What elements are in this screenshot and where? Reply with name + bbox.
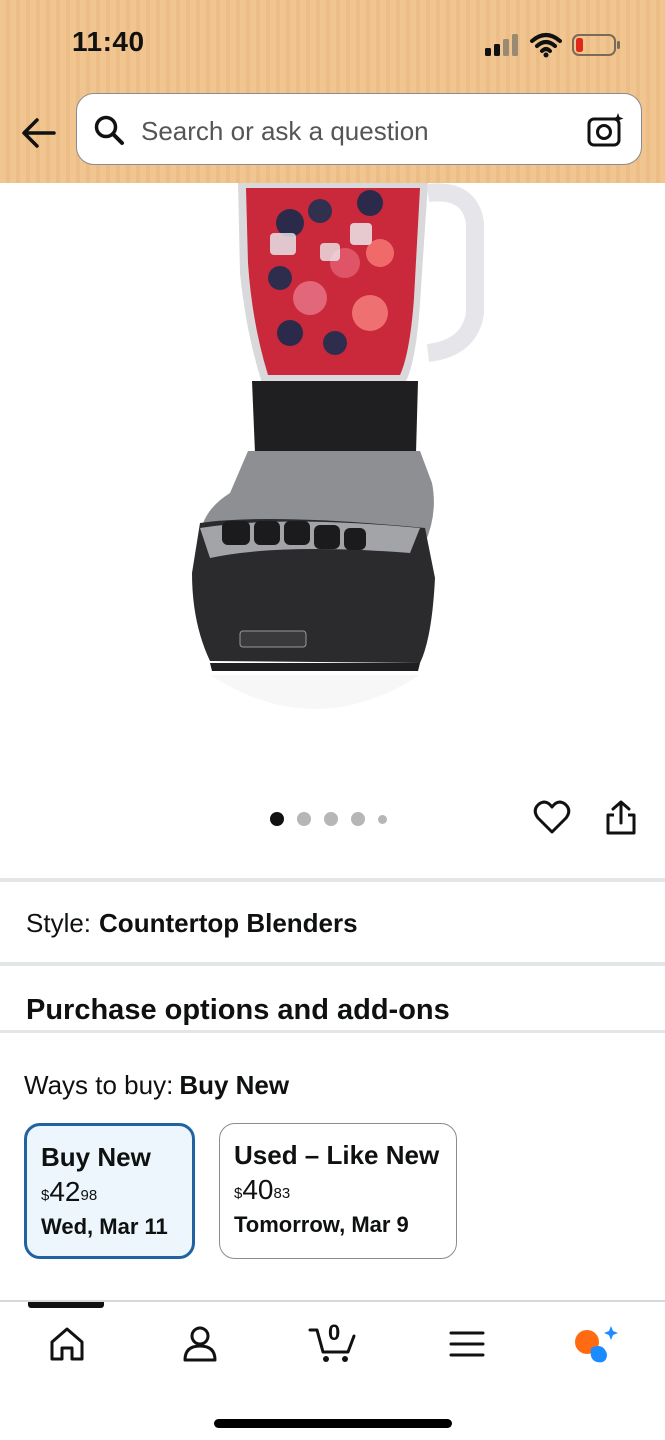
carousel-dot[interactable] — [324, 812, 338, 826]
carousel-dot[interactable] — [297, 812, 311, 826]
active-tab-indicator — [28, 1302, 104, 1308]
section-divider — [0, 878, 665, 882]
home-indicator[interactable] — [214, 1419, 452, 1428]
back-arrow-icon[interactable] — [20, 114, 58, 152]
option-price: $4298 — [41, 1176, 98, 1207]
rufus-assistant-icon[interactable] — [573, 1324, 619, 1364]
buy-option-new[interactable]: Buy New $4298 Wed, Mar 11 — [24, 1123, 195, 1259]
option-title: Used – Like New — [234, 1140, 440, 1170]
status-time: 11:40 — [72, 26, 145, 57]
wifi-icon — [530, 33, 562, 58]
buy-option-used-like-new[interactable]: Used – Like New $4083 Tomorrow, Mar 9 — [219, 1123, 457, 1259]
menu-icon[interactable] — [447, 1324, 487, 1364]
home-icon[interactable] — [47, 1324, 87, 1364]
ways-to-buy-value: Buy New — [179, 1070, 290, 1100]
account-icon[interactable] — [180, 1324, 220, 1364]
carousel-dot[interactable] — [378, 814, 387, 824]
wishlist-heart-icon[interactable] — [533, 798, 571, 836]
bottom-navigation: 0 — [0, 1300, 665, 1440]
cart-count-badge: 0 — [328, 1320, 341, 1345]
style-selector[interactable]: Style: Countertop Blenders — [26, 908, 358, 939]
product-image-blender[interactable] — [170, 183, 500, 748]
section-divider — [0, 962, 665, 966]
search-icon — [94, 115, 124, 145]
option-price: $4083 — [234, 1174, 291, 1205]
cellular-signal-icon — [485, 34, 518, 56]
ways-to-buy-label: Ways to buy: — [24, 1070, 174, 1100]
ways-to-buy: Ways to buy: Buy New — [24, 1070, 289, 1101]
battery-icon — [572, 34, 620, 56]
share-icon[interactable] — [604, 799, 638, 837]
camera-search-icon[interactable] — [587, 112, 625, 148]
image-carousel-dots[interactable] — [270, 811, 387, 827]
purchase-options-heading: Purchase options and add-ons — [26, 994, 450, 1026]
style-value: Countertop Blenders — [99, 908, 358, 938]
search-bar[interactable]: Search or ask a question — [76, 93, 642, 165]
search-input[interactable]: Search or ask a question — [141, 116, 429, 147]
option-delivery-date: Tomorrow, Mar 9 — [234, 1212, 409, 1237]
section-divider — [0, 1030, 665, 1033]
header-bar: 11:40 Search or ask a question — [0, 0, 665, 183]
option-title: Buy New — [41, 1142, 151, 1172]
style-label: Style: — [26, 908, 92, 938]
carousel-dot[interactable] — [351, 812, 365, 826]
option-delivery-date: Wed, Mar 11 — [41, 1214, 168, 1239]
carousel-dot[interactable] — [270, 812, 284, 826]
